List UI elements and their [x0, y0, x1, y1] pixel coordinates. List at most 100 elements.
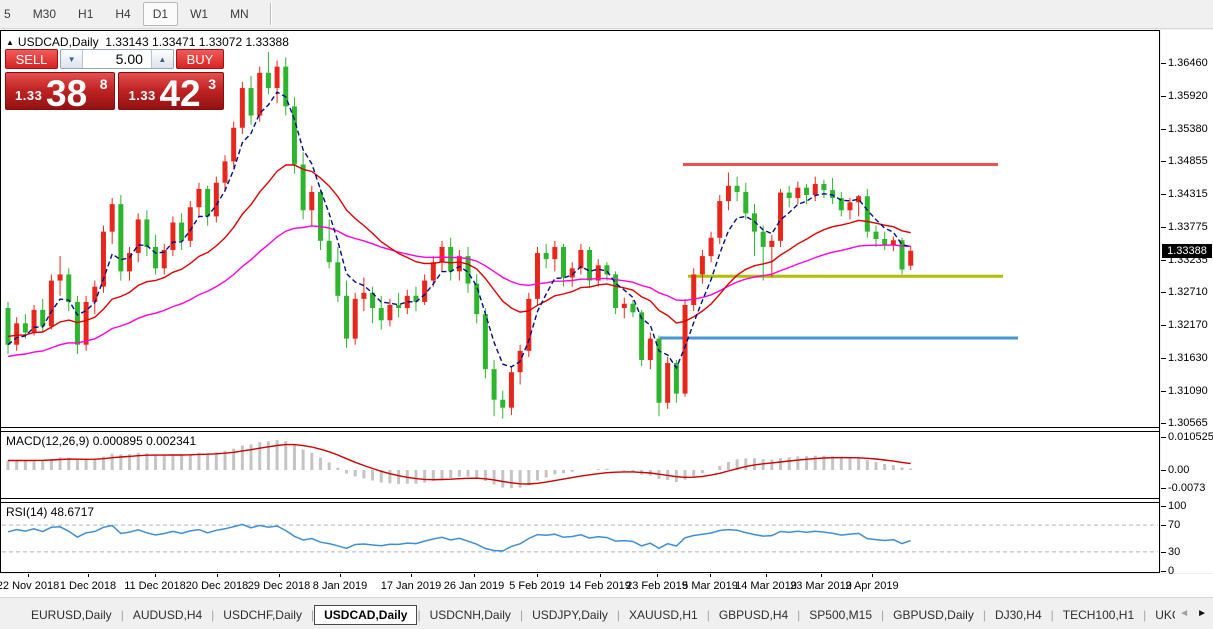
rsi-line — [7, 523, 911, 552]
axis-tick — [1161, 437, 1166, 438]
tab-gbpusd-daily[interactable]: GBPUSD,Daily — [884, 605, 983, 625]
timeframe-button-d1[interactable]: D1 — [142, 2, 179, 26]
tab-xauusd-h1[interactable]: XAUUSD,H1 — [620, 605, 707, 625]
candle-body — [352, 298, 358, 339]
collapse-chart-icon[interactable]: ▲ — [6, 38, 14, 47]
volume-increase-icon[interactable]: ▲ — [150, 50, 173, 68]
macd-signal-line — [8, 443, 911, 485]
candle-body — [734, 185, 740, 192]
tab-usdcad-daily[interactable]: USDCAD,Daily — [314, 605, 418, 625]
candle-body — [257, 72, 263, 116]
date-tick — [474, 574, 475, 577]
candle-body — [717, 201, 723, 238]
rsi-axis-label: 30 — [1168, 546, 1181, 558]
tab-gbpusd-h4[interactable]: GBPUSD,H4 — [710, 605, 797, 625]
candle-body — [430, 262, 436, 281]
one-click-trading-panel: SELL ▼ 5.00 ▲ BUY 1.33 38 8 1.33 42 3 — [5, 49, 225, 114]
timeframe-button-mn[interactable]: MN — [220, 2, 259, 26]
axis-tick — [1161, 260, 1166, 262]
axis-tick — [1161, 62, 1166, 64]
tab-tech100-h1[interactable]: TECH100,H1 — [1054, 605, 1143, 625]
candle-body — [144, 219, 150, 247]
candle-body — [274, 66, 280, 89]
candle-body — [22, 323, 28, 333]
timeframe-button-m30[interactable]: M30 — [23, 2, 66, 26]
sell-button[interactable]: SELL — [5, 49, 59, 69]
candle-body — [526, 298, 532, 351]
tab-usdcnh-daily[interactable]: USDCNH,Daily — [421, 605, 520, 625]
tab-scroll-buttons: ◄ ► — [1175, 606, 1211, 622]
tab-usdchf-daily[interactable]: USDCHF,Daily — [214, 605, 311, 625]
macd-axis-label: 0.010525 — [1168, 431, 1213, 443]
chart-window: ▲ USDCAD,Daily 1.33143 1.33471 1.33072 1.… — [0, 30, 1160, 573]
candle-body — [725, 185, 731, 202]
date-axis-label: 23 Feb 2019 — [626, 580, 688, 592]
sell-price-big-digits: 38 — [46, 73, 88, 114]
axis-tick — [1161, 128, 1166, 130]
buy-price-display[interactable]: 1.33 42 3 — [118, 72, 224, 112]
date-axis-label: 20 Dec 2018 — [185, 580, 249, 592]
candle-body — [335, 262, 341, 296]
axis-tick — [1161, 227, 1166, 229]
candle-body — [812, 183, 818, 195]
tab-audusd-h4[interactable]: AUDUSD,H4 — [124, 605, 211, 625]
date-axis-label: 29 Dec 2018 — [247, 580, 311, 592]
candle-body — [187, 207, 193, 241]
candle-body — [179, 222, 185, 241]
timeframe-button-w1[interactable]: W1 — [180, 2, 218, 26]
buy-button[interactable]: BUY — [175, 49, 225, 69]
tab-eurusd-daily[interactable]: EURUSD,Daily — [22, 605, 121, 625]
candle-body — [222, 161, 228, 183]
candle-body — [804, 187, 810, 195]
price-axis[interactable]: 1.36460 1.35920 1.35380 1.34855 1.34315 1.337… — [1161, 30, 1213, 577]
ohlc-close: 1.33388 — [245, 35, 289, 49]
date-tick — [537, 574, 538, 577]
sell-price-display[interactable]: 1.33 38 8 — [5, 72, 116, 114]
tab-dj30-h4[interactable]: DJ30,H4 — [986, 605, 1051, 625]
tab-scroll-left-icon[interactable]: ◄ — [1179, 608, 1189, 620]
candle-body — [48, 280, 54, 327]
candle-body — [708, 237, 714, 257]
candle-body — [847, 202, 853, 211]
tab-usdjpy-daily[interactable]: USDJPY,Daily — [523, 605, 617, 625]
volume-spinner: ▼ 5.00 ▲ — [60, 49, 174, 69]
candle-body — [482, 314, 488, 370]
axis-tick — [1161, 358, 1166, 360]
tab-sp500-m15[interactable]: SP500,M15 — [800, 605, 881, 625]
volume-input[interactable]: 5.00 — [83, 50, 151, 68]
timeframe-toolbar: 5 M30 H1 H4 D1 W1 MN — [0, 0, 1213, 29]
volume-decrease-icon[interactable]: ▼ — [61, 50, 84, 68]
sell-price-prefix: 1.33 — [15, 88, 43, 103]
axis-tick — [1161, 506, 1166, 507]
candle-body — [786, 192, 792, 199]
axis-tick — [1161, 194, 1166, 196]
axis-tick — [1161, 552, 1166, 553]
candle-body — [231, 127, 237, 162]
timeframe-button-h4[interactable]: H4 — [105, 2, 140, 26]
timeframe-button-5[interactable]: 5 — [0, 2, 21, 26]
candle-body — [57, 274, 63, 281]
tab-scroll-right-icon[interactable]: ► — [1197, 608, 1207, 620]
candle-body — [265, 72, 271, 89]
candle-body — [665, 363, 671, 403]
candle-body — [213, 182, 219, 217]
sell-price-pipette: 8 — [99, 76, 108, 92]
candle-body — [500, 399, 506, 408]
date-axis-label: 22 Nov 2018 — [0, 580, 60, 592]
date-axis[interactable]: 22 Nov 2018 1 Dec 2018 11 Dec 2018 20 Dec 2… — [0, 574, 1213, 597]
candle-body — [534, 253, 540, 299]
timeframe-button-h1[interactable]: H1 — [68, 2, 103, 26]
date-axis-label: 2 Apr 2019 — [845, 580, 899, 592]
ma-fast-line — [7, 91, 911, 370]
rsi-axis-label: 100 — [1168, 500, 1187, 512]
date-tick — [340, 574, 341, 577]
candle-body — [378, 308, 384, 321]
date-tick — [88, 574, 89, 577]
price-axis-label: 1.35380 — [1168, 122, 1208, 135]
candle-body — [508, 372, 514, 408]
candle-body — [778, 192, 784, 241]
candle-body — [248, 88, 254, 116]
candle-body — [14, 323, 20, 345]
candle-body — [118, 204, 124, 272]
candle-body — [682, 304, 688, 394]
